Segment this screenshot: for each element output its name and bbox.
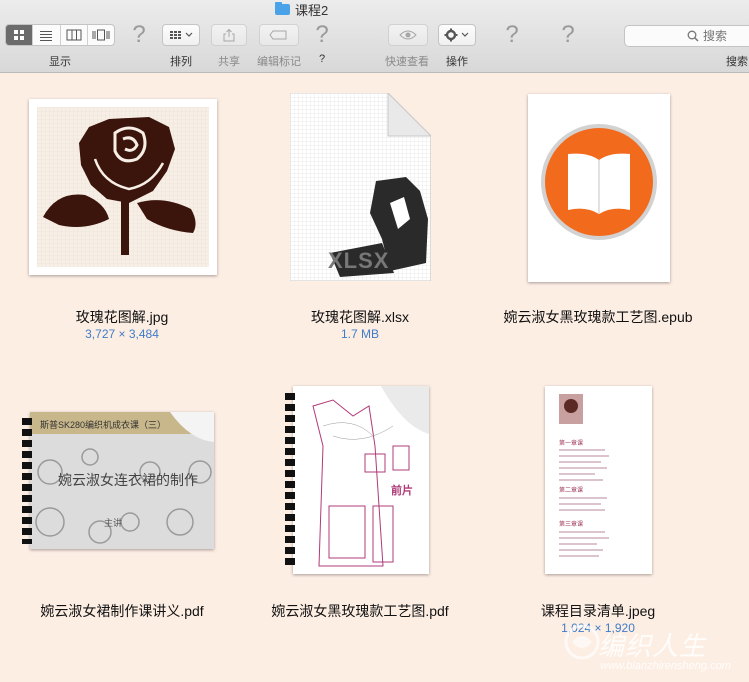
finder-toolbar: 课程2 显示 ? 排列 共享 编辑标记 ? ? 快速查看 操作 ? ? 搜索 搜… <box>0 0 749 73</box>
help-icon-3[interactable]: ? <box>505 21 518 49</box>
help-icon-2[interactable]: ? <box>315 21 328 49</box>
file-thumbnail: 前片 <box>293 386 429 574</box>
file-meta: 3,727 × 3,484 <box>85 327 159 341</box>
quick-look-label: 快速查看 <box>385 56 429 68</box>
gear-icon <box>444 28 469 42</box>
catalog-page-image <box>545 386 652 574</box>
search-field[interactable] <box>624 25 749 47</box>
file-name: 婉云淑女黑玫瑰款工艺图.pdf <box>271 603 449 619</box>
list-view-button[interactable] <box>33 25 61 45</box>
view-mode-control[interactable] <box>5 24 115 46</box>
file-thumbnail <box>29 99 217 275</box>
file-thumbnail: 第一章课 第二章课 第三章课 <box>545 386 652 574</box>
watermark-text: 编织人生 <box>598 631 707 661</box>
file-thumbnail <box>528 94 670 282</box>
folder-icon <box>275 1 290 15</box>
icon-view-button[interactable] <box>6 25 34 45</box>
xlsx-badge: XLSX <box>328 248 390 273</box>
preview-header: 斯普SK280编织机成衣课（三） <box>40 420 167 430</box>
preview-title: 婉云淑女连衣裙的制作 <box>58 472 198 488</box>
catalog-section-2: 第二章课 <box>559 488 584 494</box>
ibooks-icon <box>541 124 657 240</box>
columns-icon <box>66 29 82 41</box>
cover-flow-button[interactable] <box>88 25 114 45</box>
arrange-button[interactable] <box>162 24 200 46</box>
action-label: 操作 <box>446 56 468 68</box>
preview-label: 前片 <box>391 485 413 497</box>
cover-flow-icon <box>92 29 110 41</box>
window-title: 课程2 <box>295 2 329 18</box>
garment-pattern-image <box>312 386 429 567</box>
search-label: 搜索 <box>726 56 748 68</box>
edit-tags-label: 编辑标记 <box>257 56 301 68</box>
search-input[interactable] <box>703 29 743 43</box>
file-name: 玫瑰花图解.jpg <box>75 309 169 325</box>
file-name: 婉云淑女裙制作课讲义.pdf <box>40 603 204 619</box>
catalog-section-1: 第一章课 <box>559 441 584 447</box>
quick-look-button[interactable] <box>388 24 428 46</box>
file-thumbnail: 斯普SK280编织机成衣课（三） 婉云淑女连衣裙的制作 主讲 <box>30 412 214 549</box>
help-icon[interactable]: ? <box>132 21 145 49</box>
view-label: 显示 <box>49 56 71 68</box>
arrange-grid-icon <box>170 31 193 39</box>
tag-icon <box>269 30 287 40</box>
action-button[interactable] <box>438 24 476 46</box>
share-icon <box>223 28 235 42</box>
icon-grid-icon <box>14 30 25 40</box>
window-title-bar: 课程2 <box>275 1 329 18</box>
preview-subtitle: 主讲 <box>104 518 123 528</box>
file-name: 婉云淑女黑玫瑰款工艺图.epub <box>503 309 693 325</box>
catalog-section-3: 第三章课 <box>559 522 584 528</box>
share-button[interactable] <box>211 24 247 46</box>
help-label: ? <box>318 53 326 65</box>
binding-spiral <box>285 393 295 569</box>
rose-pattern-image <box>37 107 209 267</box>
search-icon <box>687 30 699 42</box>
edit-tags-button[interactable] <box>259 24 299 46</box>
list-icon <box>40 31 53 41</box>
column-view-button[interactable] <box>61 25 88 45</box>
file-name: 玫瑰花图解.xlsx <box>311 309 409 325</box>
binding-spiral <box>22 418 32 544</box>
help-icon-4[interactable]: ? <box>561 21 574 49</box>
file-meta: 1.7 MB <box>340 327 380 341</box>
eye-icon <box>399 30 417 40</box>
arrange-label: 排列 <box>170 56 192 68</box>
watermark-url: www.bianzhirensheng.com <box>600 660 731 672</box>
share-label: 共享 <box>218 56 240 68</box>
